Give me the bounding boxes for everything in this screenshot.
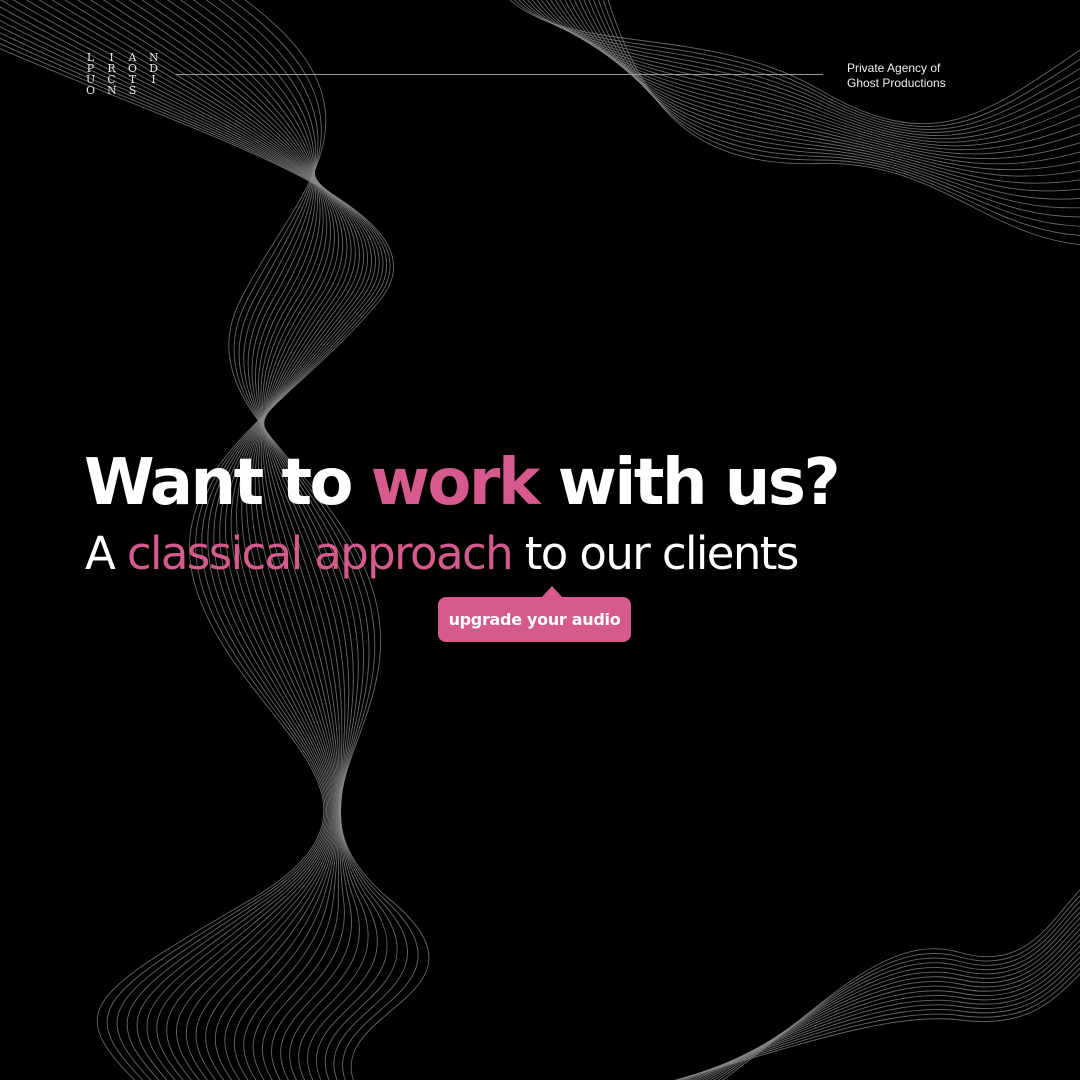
headline-text-end: with us? [538,446,841,520]
logo-letter: N [107,84,117,97]
bottom-right-contour-lines [674,889,1080,1080]
logo-letter: O [86,84,96,97]
contour-line [550,0,1080,155]
logo-letter: I [151,73,156,86]
headline-text-start: Want to [84,446,371,520]
logo-row-2: P R O D [86,63,158,74]
agency-tagline-line-2: Ghost Productions [847,76,946,90]
contour-line [513,0,1080,127]
headline-accent-word: work [370,446,541,520]
brand-logo: L I A N P R O D U C T I O N S [86,52,159,96]
headline: Want to work with us? [84,444,841,522]
subheadline-text-end: to our clients [512,527,800,580]
subheadline: A classical approach to our clients [85,524,800,584]
contour-line [705,911,1080,1080]
logo-letter: S [128,84,137,97]
contour-line [684,945,1080,1080]
contour-line [701,917,1080,1080]
contour-line [541,0,1080,147]
contour-line [679,956,1080,1080]
logo-row-3: U C T I [86,74,158,85]
contour-line [578,0,1080,192]
subheadline-text-start: A [85,527,127,580]
contour-line [574,0,1080,184]
logo-row-4: O N S [86,85,158,96]
agency-tagline-line-1: Private Agency of [847,61,941,75]
contour-line [694,928,1080,1080]
contour-line [687,939,1080,1080]
top-right-contour-lines [509,0,1080,246]
contour-line [602,0,1080,236]
logo-letter [149,85,158,96]
contour-line [675,967,1080,1080]
agency-tagline: Private Agency of Ghost Productions [847,61,946,91]
contour-line [690,934,1080,1080]
contour-line [509,0,1080,125]
logo-row-1: L I A N [86,52,159,63]
contour-line [531,0,1080,140]
contour-line [709,906,1080,1080]
contour-line [564,0,1080,171]
contour-line [697,923,1080,1080]
header-divider [176,74,823,75]
upgrade-audio-button[interactable]: upgrade your audio [438,597,631,642]
contour-line [522,0,1080,133]
contour-line [559,0,1080,165]
subheadline-accent-phrase: classical approach [126,527,514,580]
poster-canvas: L I A N P R O D U C T I O N S Private Ag… [0,0,1080,1080]
